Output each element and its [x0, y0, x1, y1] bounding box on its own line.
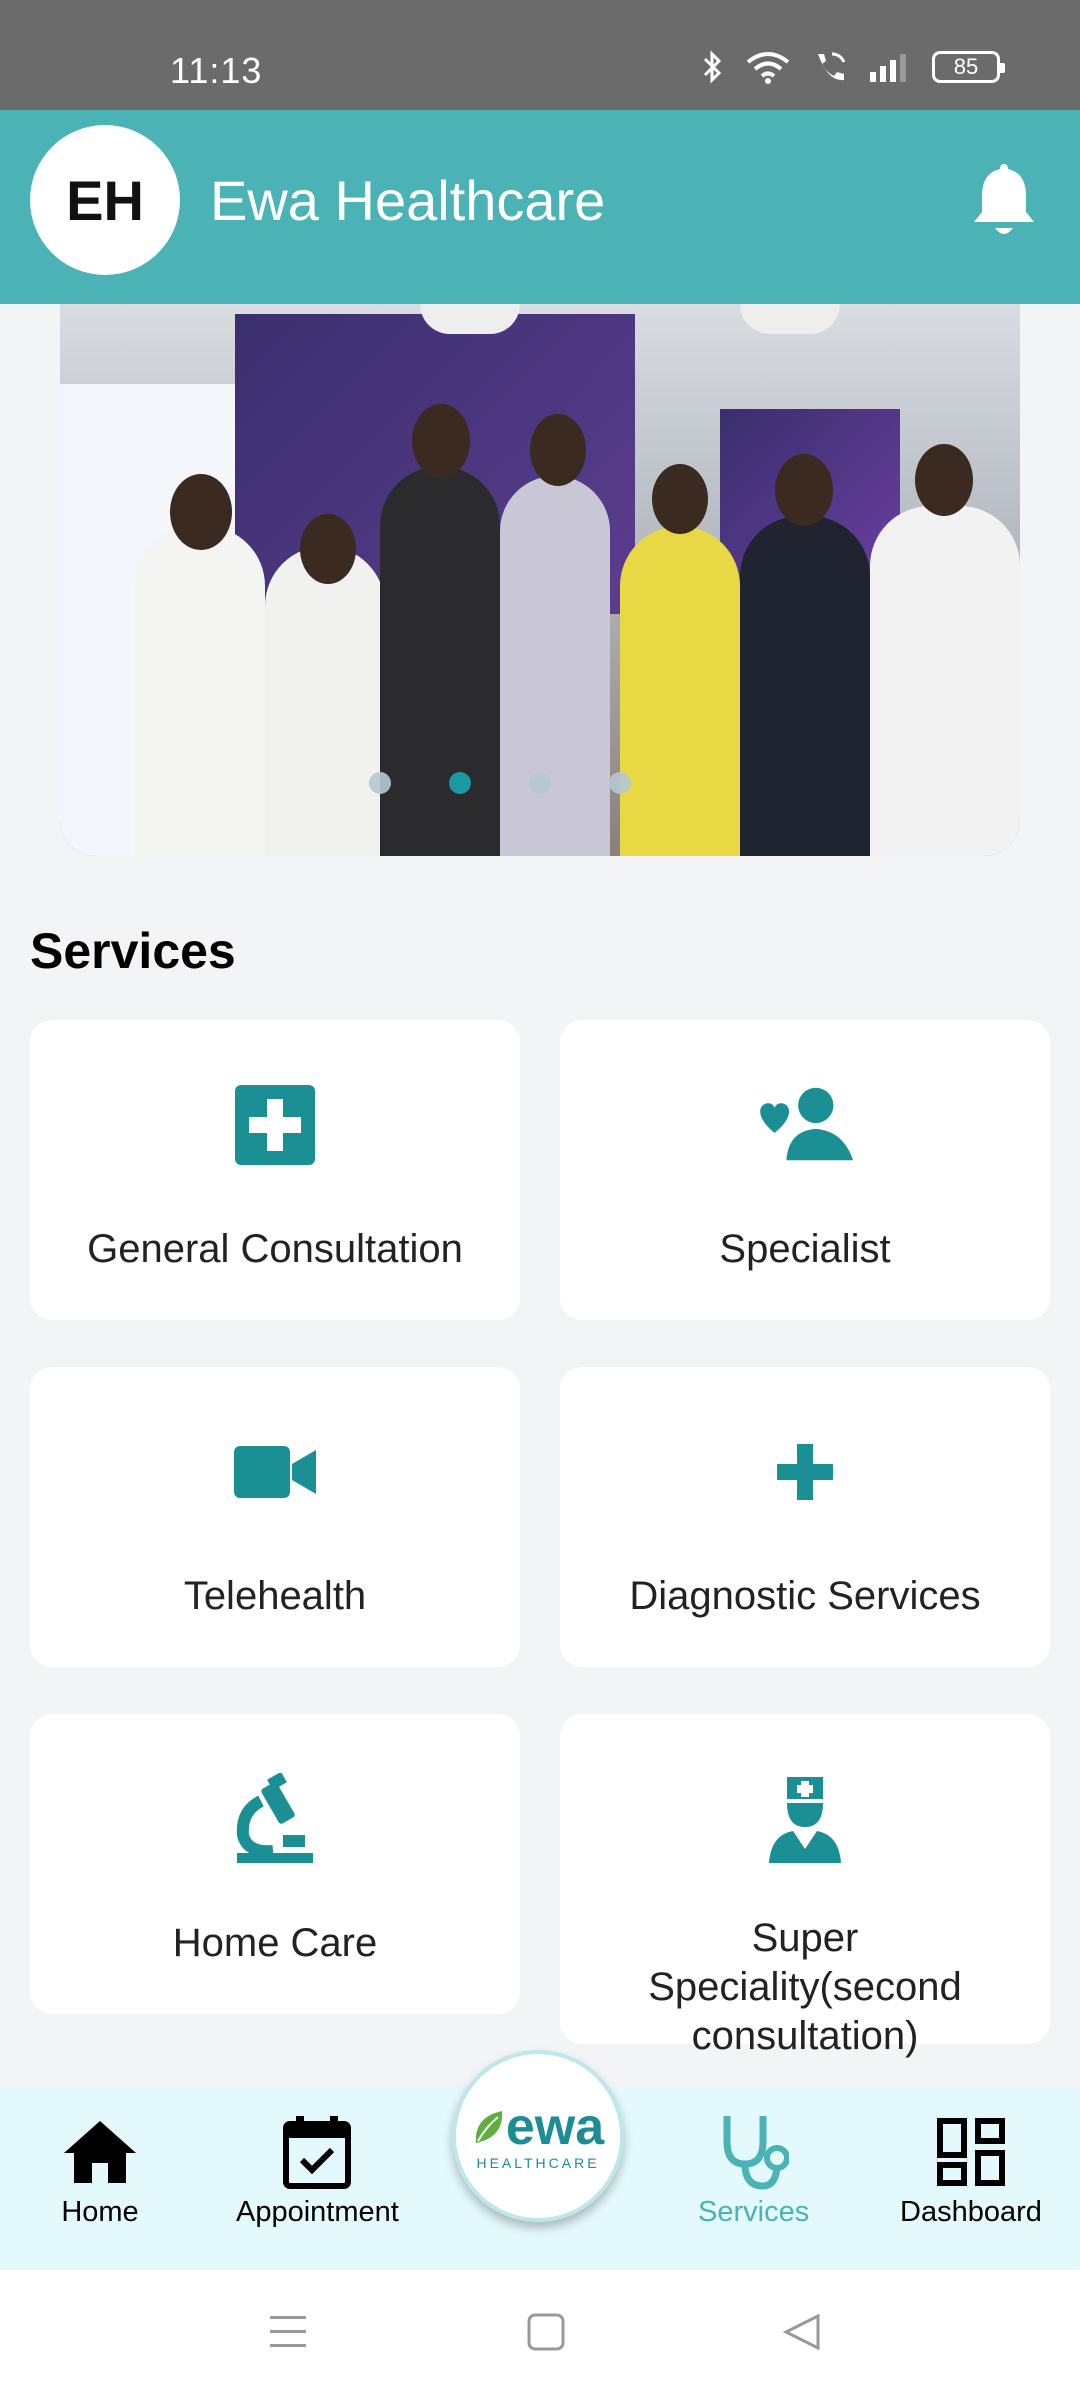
dashboard-icon [936, 2118, 1005, 2186]
user-heart-icon [760, 1087, 854, 1161]
status-icons: 85 [702, 50, 1005, 84]
medical-cross-square-icon [235, 1085, 315, 1165]
nav-label: Appointment [236, 2196, 399, 2228]
service-label: Specialist [719, 1227, 891, 1271]
notification-bell-icon[interactable] [968, 160, 1040, 240]
nav-label: Dashboard [900, 2196, 1042, 2228]
nav-home[interactable]: Home [60, 2112, 140, 2229]
menu-icon[interactable] [268, 2312, 308, 2352]
service-card-general-consultation[interactable]: General Consultation [30, 1020, 520, 1320]
service-card-home-care[interactable]: Home Care [30, 1714, 520, 2014]
wifi-call-icon [818, 52, 846, 81]
service-label: General Consultation [87, 1227, 463, 1271]
carousel-dot[interactable] [369, 772, 391, 794]
logo-subtitle: HEALTHCARE [476, 2155, 600, 2171]
leaf-icon [475, 2111, 502, 2143]
carousel-dot[interactable] [529, 772, 551, 794]
system-navigation-bar [0, 2270, 1080, 2400]
nav-appointment[interactable]: Appointment [236, 2112, 399, 2229]
nav-label: Home [61, 2196, 139, 2228]
services-heading: Services [30, 923, 236, 979]
logo-word: ewa [505, 2098, 605, 2156]
banner-person [740, 516, 870, 856]
calendar-check-icon [283, 2116, 352, 2189]
home-icon [64, 2121, 136, 2183]
battery-indicator: 85 [932, 51, 1005, 83]
banner-person-head [775, 454, 833, 526]
plus-icon [777, 1444, 833, 1500]
banner-person-head [652, 464, 708, 534]
banner-person-head [915, 444, 973, 516]
service-card-telehealth[interactable]: Telehealth [30, 1367, 520, 1667]
banner-person [870, 506, 1020, 856]
service-label: Super Speciality(second consultation) [648, 1916, 962, 2058]
banner-person-head [300, 514, 356, 584]
banner-person [500, 476, 610, 856]
avatar[interactable]: EH [30, 125, 180, 275]
back-triangle-icon[interactable] [782, 2312, 822, 2352]
service-card-specialist[interactable]: Specialist [560, 1020, 1050, 1320]
status-time: 11:13 [170, 50, 263, 91]
ceiling-light [420, 304, 520, 334]
carousel-dots [60, 772, 980, 794]
banner-person-head [530, 414, 586, 486]
ceiling-light [740, 304, 840, 334]
banner-person [380, 466, 500, 856]
banner-person-head [170, 474, 232, 550]
stethoscope-icon [723, 2116, 789, 2190]
banner-person [620, 526, 740, 856]
logo-wordmark: ewa [472, 2101, 604, 2153]
nav-dashboard[interactable]: Dashboard [900, 2112, 1042, 2229]
microscope-icon [236, 1773, 313, 1863]
video-camera-icon [234, 1446, 316, 1498]
banner-carousel[interactable] [60, 304, 1020, 856]
app-title: Ewa Healthcare [210, 169, 606, 232]
service-card-super-speciality[interactable]: Super Speciality(second consultation) [560, 1714, 1050, 2058]
ewa-logo-button[interactable]: ewa HEALTHCARE [452, 2050, 624, 2222]
wifi-icon [746, 52, 790, 84]
banner-person-head [412, 404, 470, 478]
banner-person [265, 546, 385, 856]
app-header: EH Ewa Healthcare [0, 110, 1080, 304]
banner-person [135, 526, 265, 856]
signal-icon [870, 54, 906, 82]
nav-services[interactable]: Services [698, 2112, 809, 2229]
service-label: Telehealth [183, 1574, 367, 1618]
doctor-icon [769, 1777, 841, 1863]
home-square-icon[interactable] [526, 2312, 566, 2352]
bluetooth-icon [703, 50, 722, 84]
service-label: Diagnostic Services [629, 1574, 981, 1618]
status-bar: 11:13 85 [0, 0, 1080, 110]
service-label: Home Care [172, 1921, 378, 1965]
service-card-diagnostic-services[interactable]: Diagnostic Services [560, 1367, 1050, 1667]
carousel-dot[interactable] [609, 772, 631, 794]
nav-label: Services [698, 2196, 810, 2228]
carousel-dot-active[interactable] [449, 772, 471, 794]
